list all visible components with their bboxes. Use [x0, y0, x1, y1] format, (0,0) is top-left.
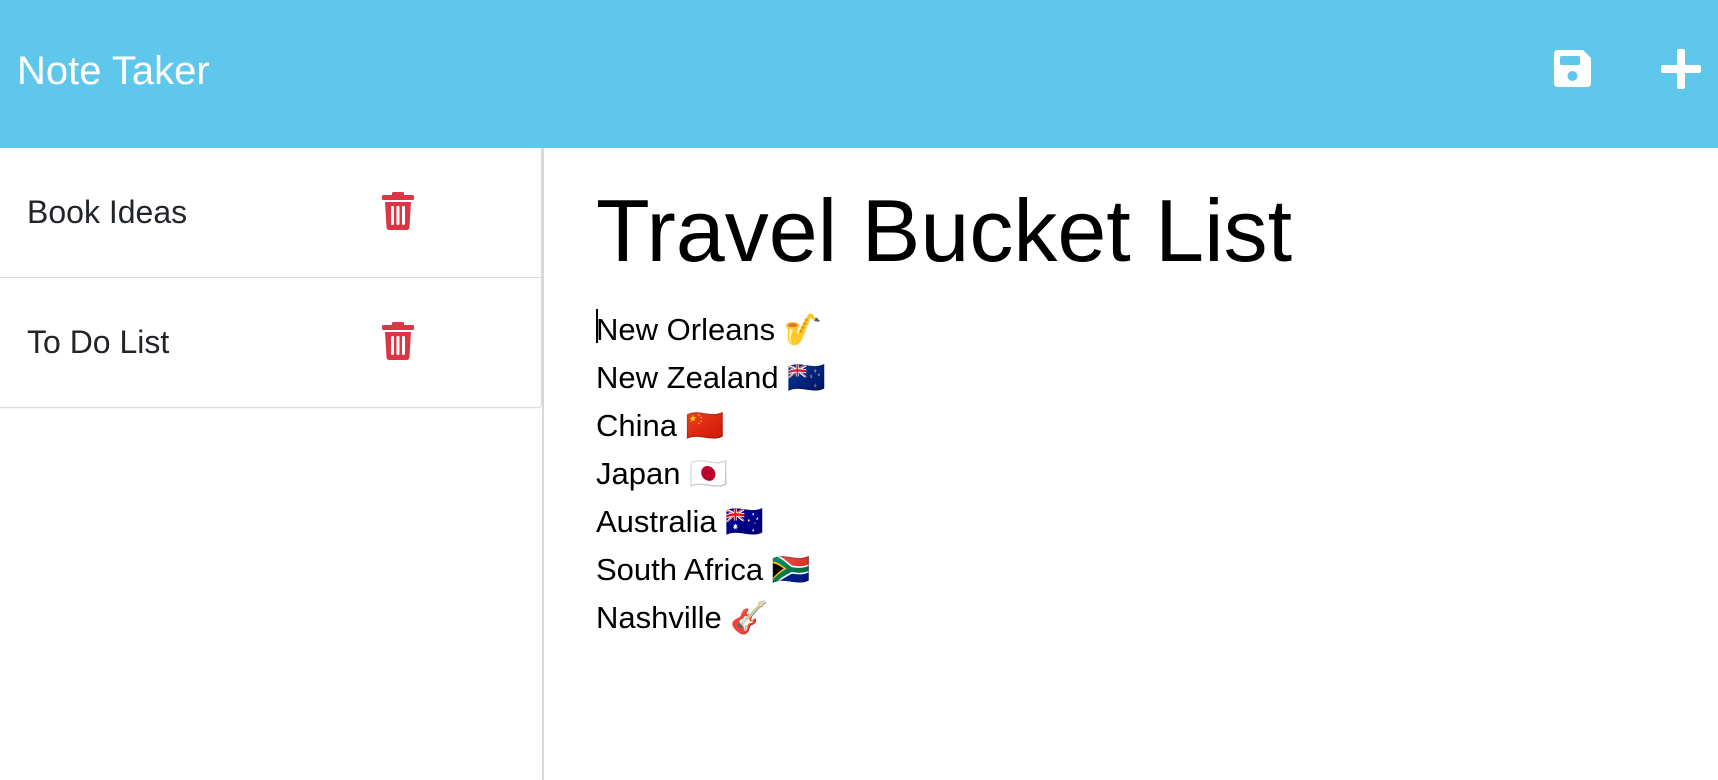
note-line[interactable]: New Zealand 🇳🇿	[596, 354, 826, 402]
notes-sidebar: Book Ideas To Do List	[0, 148, 544, 780]
note-line[interactable]: Australia 🇦🇺	[596, 498, 826, 546]
new-note-button[interactable]	[1657, 44, 1705, 94]
trash-icon	[382, 192, 414, 230]
list-item[interactable]: Book Ideas	[0, 148, 541, 278]
note-line[interactable]: Nashville 🎸	[596, 594, 826, 642]
delete-note-button[interactable]	[380, 321, 416, 361]
save-note-button[interactable]	[1548, 44, 1596, 94]
app-title[interactable]: Note Taker	[17, 46, 210, 96]
navbar: Note Taker	[0, 0, 1718, 148]
list-item[interactable]: To Do List	[0, 278, 541, 407]
note-text-area[interactable]: New Orleans 🎷 New Zealand 🇳🇿 China 🇨🇳 Ja…	[596, 306, 826, 642]
trash-icon	[382, 322, 414, 360]
note-list-title[interactable]: Book Ideas	[27, 192, 187, 232]
note-line[interactable]: New Orleans 🎷	[596, 306, 826, 354]
note-line[interactable]: Japan 🇯🇵	[596, 450, 826, 498]
note-line[interactable]: South Africa 🇿🇦	[596, 546, 826, 594]
note-list-title[interactable]: To Do List	[27, 322, 169, 362]
note-editor: Travel Bucket List New Orleans 🎷 New Zea…	[596, 148, 1696, 780]
plus-icon	[1661, 49, 1701, 89]
notes-list: Book Ideas To Do List	[0, 148, 542, 408]
note-line[interactable]: China 🇨🇳	[596, 402, 826, 450]
note-title-input[interactable]: Travel Bucket List	[596, 176, 1292, 286]
delete-note-button[interactable]	[380, 191, 416, 231]
save-icon	[1554, 50, 1591, 87]
